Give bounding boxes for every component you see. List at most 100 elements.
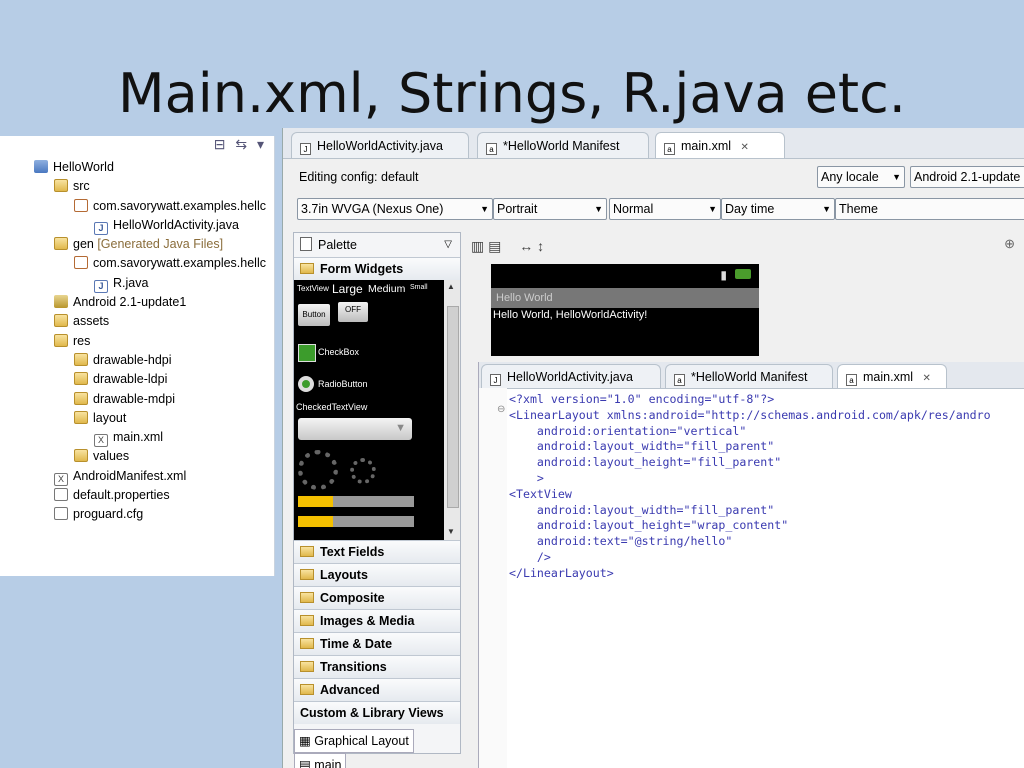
tree-item[interactable]: com.savorywatt.examples.hellc xyxy=(0,197,274,216)
palette-section[interactable]: Time & Date xyxy=(294,632,460,655)
widget-radio-icon[interactable] xyxy=(298,376,314,392)
close-tab-icon[interactable]: ✕ xyxy=(741,142,749,153)
widget-small-text[interactable]: Small xyxy=(410,284,428,291)
widget-large-text[interactable]: Large xyxy=(332,282,363,296)
palette-section[interactable]: Images & Media xyxy=(294,609,460,632)
zoom-icon[interactable]: ⊕ xyxy=(1004,236,1015,252)
xml-code[interactable]: <?xml version="1.0" encoding="utf-8"?> <L… xyxy=(509,392,991,582)
palette-section-label: Layouts xyxy=(320,568,368,582)
tab-main-xml[interactable]: a main.xml ✕ xyxy=(655,132,785,158)
tree-item-label: res xyxy=(73,333,91,348)
chevron-down-icon[interactable]: ▼ xyxy=(447,527,455,536)
battery-icon xyxy=(735,269,751,279)
widget-progress-large-icon[interactable] xyxy=(298,450,338,490)
slide-title: Main.xml, Strings, R.java etc. xyxy=(118,62,906,125)
code-line: android:layout_height="wrap_content" xyxy=(509,518,789,533)
tab-manifest[interactable]: a *HelloWorld Manifest xyxy=(477,132,649,158)
palette-section[interactable]: Transitions xyxy=(294,655,460,678)
chevron-up-icon[interactable]: ▲ xyxy=(447,282,455,291)
tree-item-label: proguard.cfg xyxy=(73,507,144,522)
view-menu-icon[interactable]: ▾ xyxy=(257,136,264,152)
horizontal-layout-icon[interactable]: ▥ xyxy=(471,238,484,254)
palette-section[interactable]: Custom & Library Views xyxy=(294,701,460,724)
chevron-down-icon[interactable]: ▽ xyxy=(444,233,452,257)
tree-item[interactable]: com.savorywatt.examples.hellc xyxy=(0,254,274,273)
tree-item[interactable]: default.properties xyxy=(0,486,274,505)
tree-item[interactable]: gen [Generated Java Files] xyxy=(0,235,274,254)
tree-item-label: gen xyxy=(73,237,94,252)
widget-checkbox-icon[interactable] xyxy=(298,344,316,362)
tree-item[interactable]: drawable-ldpi xyxy=(0,370,274,389)
palette-section[interactable]: Advanced xyxy=(294,678,460,701)
widget-medium-text[interactable]: Medium xyxy=(368,283,405,295)
widget-spinner[interactable]: ▼ xyxy=(298,418,412,440)
palette-scrollbar[interactable]: ▲ ▼ xyxy=(444,280,460,540)
tree-item[interactable]: HelloWorld xyxy=(0,158,274,177)
tree-item[interactable]: drawable-hdpi xyxy=(0,351,274,370)
folder-icon xyxy=(54,333,68,347)
device-select[interactable]: 3.7in WVGA (Nexus One) ▼ xyxy=(297,198,493,220)
palette-section[interactable]: Text Fields xyxy=(294,540,460,563)
tree-item[interactable]: proguard.cfg xyxy=(0,505,274,524)
tab-helloworldactivity[interactable]: J HelloWorldActivity.java xyxy=(481,364,661,388)
scrollbar-thumb[interactable] xyxy=(447,306,459,508)
widget-progress-icon[interactable] xyxy=(350,458,376,484)
collapse-all-icon[interactable]: ⊟ xyxy=(214,136,226,152)
java-file-icon: J xyxy=(94,279,108,293)
tree-item[interactable]: J HelloWorldActivity.java xyxy=(0,216,274,235)
tree-item[interactable]: src xyxy=(0,177,274,196)
widget-textview[interactable]: TextView xyxy=(297,284,329,293)
progress-fill xyxy=(298,496,333,507)
tree-item[interactable]: res xyxy=(0,332,274,351)
locale-select[interactable]: Any locale ▼ xyxy=(817,166,905,188)
tab-manifest[interactable]: a *HelloWorld Manifest xyxy=(665,364,833,388)
xml-source-icon: ▤ xyxy=(299,758,315,768)
collapse-icon[interactable]: ⊖ xyxy=(497,404,505,415)
link-editor-icon[interactable]: ⇆ xyxy=(235,136,247,152)
target-select[interactable]: Android 2.1-update xyxy=(910,166,1024,188)
package-icon xyxy=(74,256,88,270)
palette-section-label: Composite xyxy=(320,591,385,605)
tree-item[interactable]: drawable-mdpi xyxy=(0,390,274,409)
tree-item-label: R.java xyxy=(113,275,149,290)
palette-section-label: Custom & Library Views xyxy=(300,706,444,720)
tab-main-xml[interactable]: a main.xml ✕ xyxy=(837,364,947,388)
vertical-layout-icon[interactable]: ▤ xyxy=(488,238,501,254)
tree-item[interactable]: values xyxy=(0,447,274,466)
tree-item[interactable]: Xmain.xml xyxy=(0,428,274,448)
tab-xml-source[interactable]: ▤ main xyxy=(294,753,347,768)
screen-mode-select[interactable]: Normal ▼ xyxy=(609,198,721,220)
editor-tabbar: J HelloWorldActivity.java a *HelloWorld Ma… xyxy=(283,128,1024,159)
widget-progress-bar[interactable] xyxy=(298,496,414,507)
preview-textview[interactable]: Hello World, HelloWorldActivity! xyxy=(491,308,759,322)
tree-item[interactable]: layout xyxy=(0,409,274,428)
widget-toggle-button[interactable]: OFF xyxy=(338,302,368,322)
widget-checkedtextview[interactable]: CheckedTextView xyxy=(296,402,367,412)
tree-item-label: src xyxy=(73,179,90,194)
folder-icon xyxy=(300,684,314,695)
code-line: android:layout_width="fill_parent" xyxy=(509,502,775,517)
chevron-down-icon: ▼ xyxy=(480,204,489,214)
time-select[interactable]: Day time ▼ xyxy=(721,198,835,220)
palette-section-form-widgets[interactable]: Form Widgets xyxy=(294,257,460,280)
seekbar-fill xyxy=(298,516,333,527)
palette-header[interactable]: Palette ▽ xyxy=(294,233,460,257)
palette-section[interactable]: Layouts xyxy=(294,563,460,586)
manifest-icon: a xyxy=(486,143,497,155)
tree-item[interactable]: Android 2.1-update1 xyxy=(0,293,274,312)
close-tab-icon[interactable]: ✕ xyxy=(923,373,931,384)
fill-width-icon[interactable]: ↔ xyxy=(519,238,533,254)
tree-item[interactable]: assets xyxy=(0,312,274,331)
theme-select[interactable]: Theme xyxy=(835,198,1024,220)
fill-height-icon[interactable]: ↕ xyxy=(537,238,544,254)
widget-button[interactable]: Button xyxy=(298,304,330,326)
widget-seekbar[interactable] xyxy=(298,516,414,527)
palette-section[interactable]: Composite xyxy=(294,586,460,609)
tab-helloworldactivity[interactable]: J HelloWorldActivity.java xyxy=(291,132,469,158)
tree-item[interactable]: X AndroidManifest.xml xyxy=(0,467,274,486)
tab-graphical-layout[interactable]: ▦ Graphical Layout xyxy=(294,729,414,753)
code-line: <LinearLayout xmlns:android="http://sche… xyxy=(509,407,991,422)
tree-item[interactable]: J R.java xyxy=(0,274,274,293)
tree-item-label: Android 2.1-update1 xyxy=(73,295,187,310)
orientation-select[interactable]: Portrait ▼ xyxy=(493,198,607,220)
